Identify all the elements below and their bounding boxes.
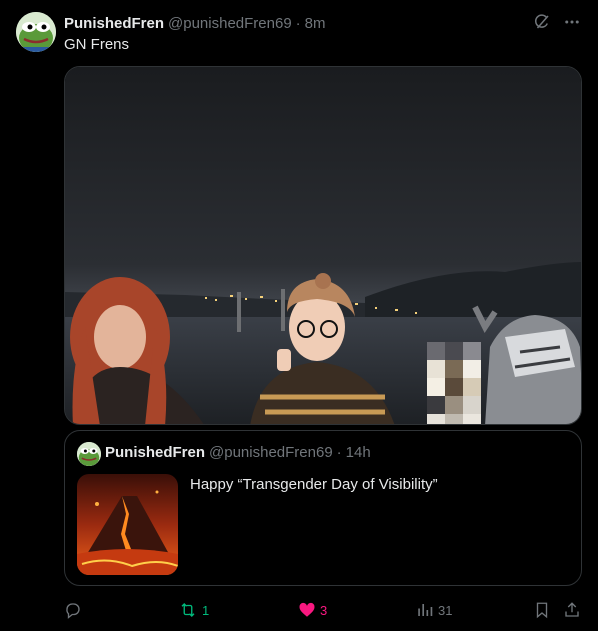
views-icon xyxy=(418,604,433,616)
quote-author-display-name[interactable]: PunishedFren xyxy=(105,444,205,461)
frog-avatar-icon xyxy=(16,12,56,52)
action-bar: 1 3 31 xyxy=(64,598,582,622)
header-actions xyxy=(532,12,582,32)
avatar[interactable] xyxy=(16,12,56,52)
separator-dot: · xyxy=(295,14,301,32)
author-handle[interactable]: @punishedFren69 xyxy=(168,15,292,32)
bookmark-button[interactable] xyxy=(533,598,551,622)
quote-timestamp[interactable]: 14h xyxy=(346,444,371,461)
share-icon xyxy=(565,602,579,617)
share-button[interactable] xyxy=(563,598,581,622)
separator-dot: · xyxy=(336,444,342,461)
tweet-text: GN Frens xyxy=(64,36,130,53)
retweet-icon xyxy=(181,603,195,617)
like-icon xyxy=(299,602,315,617)
bookmark-icon xyxy=(536,602,548,619)
quote-text: Happy “Transgender Day of Visibility” xyxy=(190,476,438,493)
retweet-count: 1 xyxy=(202,602,210,618)
tweet-header: PunishedFren @punishedFren69 · 8m xyxy=(64,13,326,33)
retweet-button[interactable]: 1 xyxy=(178,598,209,622)
quoted-tweet[interactable]: PunishedFren @punishedFren69 · 14h Happy… xyxy=(64,430,582,586)
quote-author-handle[interactable]: @punishedFren69 xyxy=(209,444,333,461)
quote-thumbnail[interactable] xyxy=(77,474,178,575)
views-button[interactable]: 31 xyxy=(416,598,452,622)
quote-header: PunishedFren @punishedFren69 · 14h xyxy=(105,444,371,461)
more-icon[interactable] xyxy=(562,12,582,32)
volcano-image xyxy=(77,474,178,575)
reply-icon xyxy=(66,603,80,619)
like-count: 3 xyxy=(320,602,328,618)
grok-icon[interactable] xyxy=(532,12,552,32)
tweet-photo[interactable] xyxy=(64,66,582,425)
author-display-name[interactable]: PunishedFren xyxy=(64,15,164,32)
frog-avatar-icon xyxy=(77,442,101,466)
tweet-timestamp[interactable]: 8m xyxy=(305,15,326,32)
like-button[interactable]: 3 xyxy=(298,598,327,622)
reply-button[interactable] xyxy=(64,598,86,622)
quote-avatar[interactable] xyxy=(77,442,101,466)
photo-image xyxy=(65,67,581,424)
views-count: 31 xyxy=(438,602,453,618)
